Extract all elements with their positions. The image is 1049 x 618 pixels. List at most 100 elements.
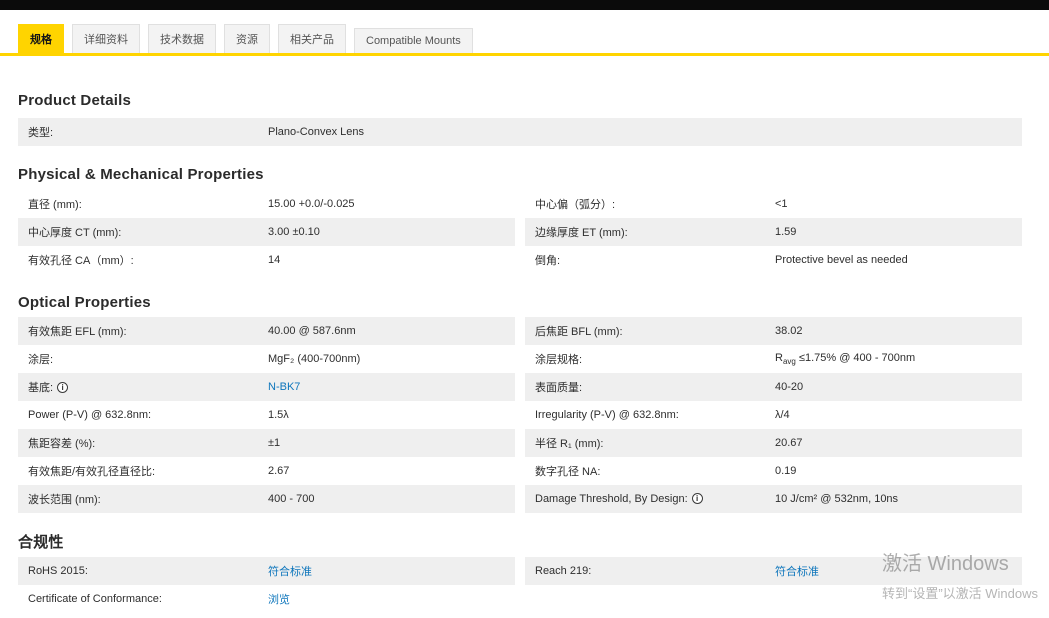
substrate-link[interactable]: N-BK7 <box>268 381 300 393</box>
section-heading-compliance: 合规性 <box>18 534 64 551</box>
table-row: 中心偏（弧分）: <1 <box>525 190 1022 218</box>
spec-label: 波长范围 (nm): <box>28 494 101 506</box>
product-details-table: 类型: Plano-Convex Lens <box>18 118 1022 146</box>
value-suffix: ≤1.75% @ 400 - 700nm <box>795 351 916 364</box>
spec-value: 20.67 <box>775 437 803 449</box>
spec-label: 倒角: <box>535 255 561 267</box>
spec-label: 表面质量: <box>535 382 583 394</box>
spec-label-text: 基底: <box>28 382 54 394</box>
spec-value: λ/4 <box>775 409 790 421</box>
table-row: RoHS 2015: 符合标准 <box>18 557 515 585</box>
spec-label-damage-threshold: Damage Threshold, By Design: i <box>525 493 775 505</box>
compliance-table-left: RoHS 2015: 符合标准 Certificate of Conforman… <box>18 557 515 613</box>
spec-label: 有效焦距 EFL (mm): <box>28 326 127 338</box>
spec-value: 40-20 <box>775 381 804 393</box>
table-row: 边缘厚度 ET (mm): 1.59 <box>525 218 1022 246</box>
spec-label-substrate: 基底: i <box>18 379 268 395</box>
table-row: 数字孔径 NA: 0.19 <box>525 457 1022 485</box>
info-icon[interactable]: i <box>691 493 703 504</box>
table-row: 半径 R₁ (mm): 20.67 <box>525 429 1022 457</box>
table-row: 涂层: MgF₂ (400-700nm) <box>18 345 515 373</box>
tab-compatible-mounts[interactable]: Compatible Mounts <box>354 28 473 53</box>
spec-content: Product Details 类型: Plano-Convex Lens Ph… <box>0 93 1049 613</box>
table-row: Reach 219: 符合标准 <box>525 557 1022 585</box>
spec-value: N-BK7 <box>268 381 515 393</box>
table-row: 有效孔径 CA（mm）: 14 <box>18 246 515 274</box>
table-row: 有效焦距/有效孔径直径比: 2.67 <box>18 457 515 485</box>
table-row: 倒角: Protective bevel as needed <box>525 246 1022 274</box>
spec-value-coating: Ravg ≤1.75% @ 400 - 700nm <box>775 352 1022 366</box>
spec-label: 边缘厚度 ET (mm): <box>535 227 628 239</box>
spec-value: 0.19 <box>775 465 797 477</box>
spec-label: 焦距容差 (%): <box>28 438 96 450</box>
section-heading-optical: Optical Properties <box>18 294 151 311</box>
spec-value: 符合标准 <box>268 563 515 579</box>
spec-value: 15.00 +0.0/-0.025 <box>268 198 355 210</box>
table-row: Certificate of Conformance: 浏览 <box>18 585 515 613</box>
spec-value: 3.00 ±0.10 <box>268 226 320 238</box>
compliance-table: RoHS 2015: 符合标准 Certificate of Conforman… <box>18 557 1022 613</box>
table-row: Damage Threshold, By Design: i 10 J/cm² @… <box>525 485 1022 513</box>
spec-value: Protective bevel as needed <box>775 254 908 266</box>
spec-value: 符合标准 <box>775 563 1022 579</box>
tab-bar: 规格 详细资料 技术数据 资源 相关产品 Compatible Mounts <box>0 10 1049 56</box>
spec-value: 浏览 <box>268 591 515 607</box>
physical-table-left: 直径 (mm): 15.00 +0.0/-0.025 中心厚度 CT (mm):… <box>18 190 515 274</box>
optical-table-right: 后焦距 BFL (mm): 38.02 涂层规格: Ravg ≤1.75% @ … <box>525 317 1022 513</box>
table-row: 直径 (mm): 15.00 +0.0/-0.025 <box>18 190 515 218</box>
optical-table: 有效焦距 EFL (mm): 40.00 @ 587.6nm 涂层: MgF₂ … <box>18 317 1022 513</box>
spec-value: Plano-Convex Lens <box>268 126 365 138</box>
tab-resources[interactable]: 资源 <box>224 24 270 53</box>
table-row: 类型: Plano-Convex Lens <box>18 118 1022 146</box>
spec-label: 类型: <box>28 127 54 139</box>
table-row: 有效焦距 EFL (mm): 40.00 @ 587.6nm <box>18 317 515 345</box>
physical-table-right: 中心偏（弧分）: <1 边缘厚度 ET (mm): 1.59 倒角: Prote… <box>525 190 1022 274</box>
spec-label: 有效孔径 CA（mm）: <box>28 255 134 267</box>
table-row: 基底: i N-BK7 <box>18 373 515 401</box>
spec-label: Irregularity (P-V) @ 632.8nm: <box>535 409 679 421</box>
certificate-view-link[interactable]: 浏览 <box>268 594 290 606</box>
compliance-table-right: Reach 219: 符合标准 <box>525 557 1022 613</box>
spec-label: 数字孔径 NA: <box>535 466 601 478</box>
tab-technical-data[interactable]: 技术数据 <box>148 24 216 53</box>
value-prefix: R <box>775 351 783 364</box>
spec-value: 10 J/cm² @ 532nm, 10ns <box>775 493 899 505</box>
spec-label: 中心偏（弧分）: <box>535 199 616 211</box>
spec-label-text: Damage Threshold, By Design: <box>535 493 688 505</box>
table-row: 表面质量: 40-20 <box>525 373 1022 401</box>
tab-specs[interactable]: 规格 <box>18 24 64 53</box>
section-heading-physical: Physical & Mechanical Properties <box>18 166 264 183</box>
spec-label: Reach 219: <box>535 565 592 577</box>
tab-related-products[interactable]: 相关产品 <box>278 24 346 53</box>
spec-value: 1.59 <box>775 226 797 238</box>
spec-label: Power (P-V) @ 632.8nm: <box>28 409 152 421</box>
spec-label: 中心厚度 CT (mm): <box>28 227 122 239</box>
spec-value: 38.02 <box>775 325 803 337</box>
spec-label: RoHS 2015: <box>28 565 88 577</box>
table-row: 后焦距 BFL (mm): 38.02 <box>525 317 1022 345</box>
table-row: 焦距容差 (%): ±1 <box>18 429 515 457</box>
value-subscript: avg <box>782 357 796 367</box>
table-row: 波长范围 (nm): 400 - 700 <box>18 485 515 513</box>
spec-value: ±1 <box>268 437 281 449</box>
rohs-compliant-link[interactable]: 符合标准 <box>268 566 312 578</box>
top-bar <box>0 0 1049 10</box>
spec-value: 400 - 700 <box>268 493 315 505</box>
reach-compliant-link[interactable]: 符合标准 <box>775 566 819 578</box>
info-icon[interactable]: i <box>57 382 69 393</box>
spec-label: Certificate of Conformance: <box>28 593 162 605</box>
spec-label: 有效焦距/有效孔径直径比: <box>28 466 156 478</box>
spec-value: 2.67 <box>268 465 290 477</box>
spec-label: 后焦距 BFL (mm): <box>535 326 623 338</box>
physical-table: 直径 (mm): 15.00 +0.0/-0.025 中心厚度 CT (mm):… <box>18 190 1022 274</box>
table-row: 涂层规格: Ravg ≤1.75% @ 400 - 700nm <box>525 345 1022 373</box>
product-spec-page: 规格 详细资料 技术数据 资源 相关产品 Compatible Mounts P… <box>0 0 1049 618</box>
spec-label: 涂层规格: <box>535 354 583 366</box>
spec-value: 14 <box>268 254 281 266</box>
spec-value: 40.00 @ 587.6nm <box>268 325 356 337</box>
tab-details[interactable]: 详细资料 <box>72 24 140 53</box>
table-row: Irregularity (P-V) @ 632.8nm: λ/4 <box>525 401 1022 429</box>
spec-label: 涂层: <box>28 354 54 366</box>
optical-table-left: 有效焦距 EFL (mm): 40.00 @ 587.6nm 涂层: MgF₂ … <box>18 317 515 513</box>
table-row: Power (P-V) @ 632.8nm: 1.5λ <box>18 401 515 429</box>
